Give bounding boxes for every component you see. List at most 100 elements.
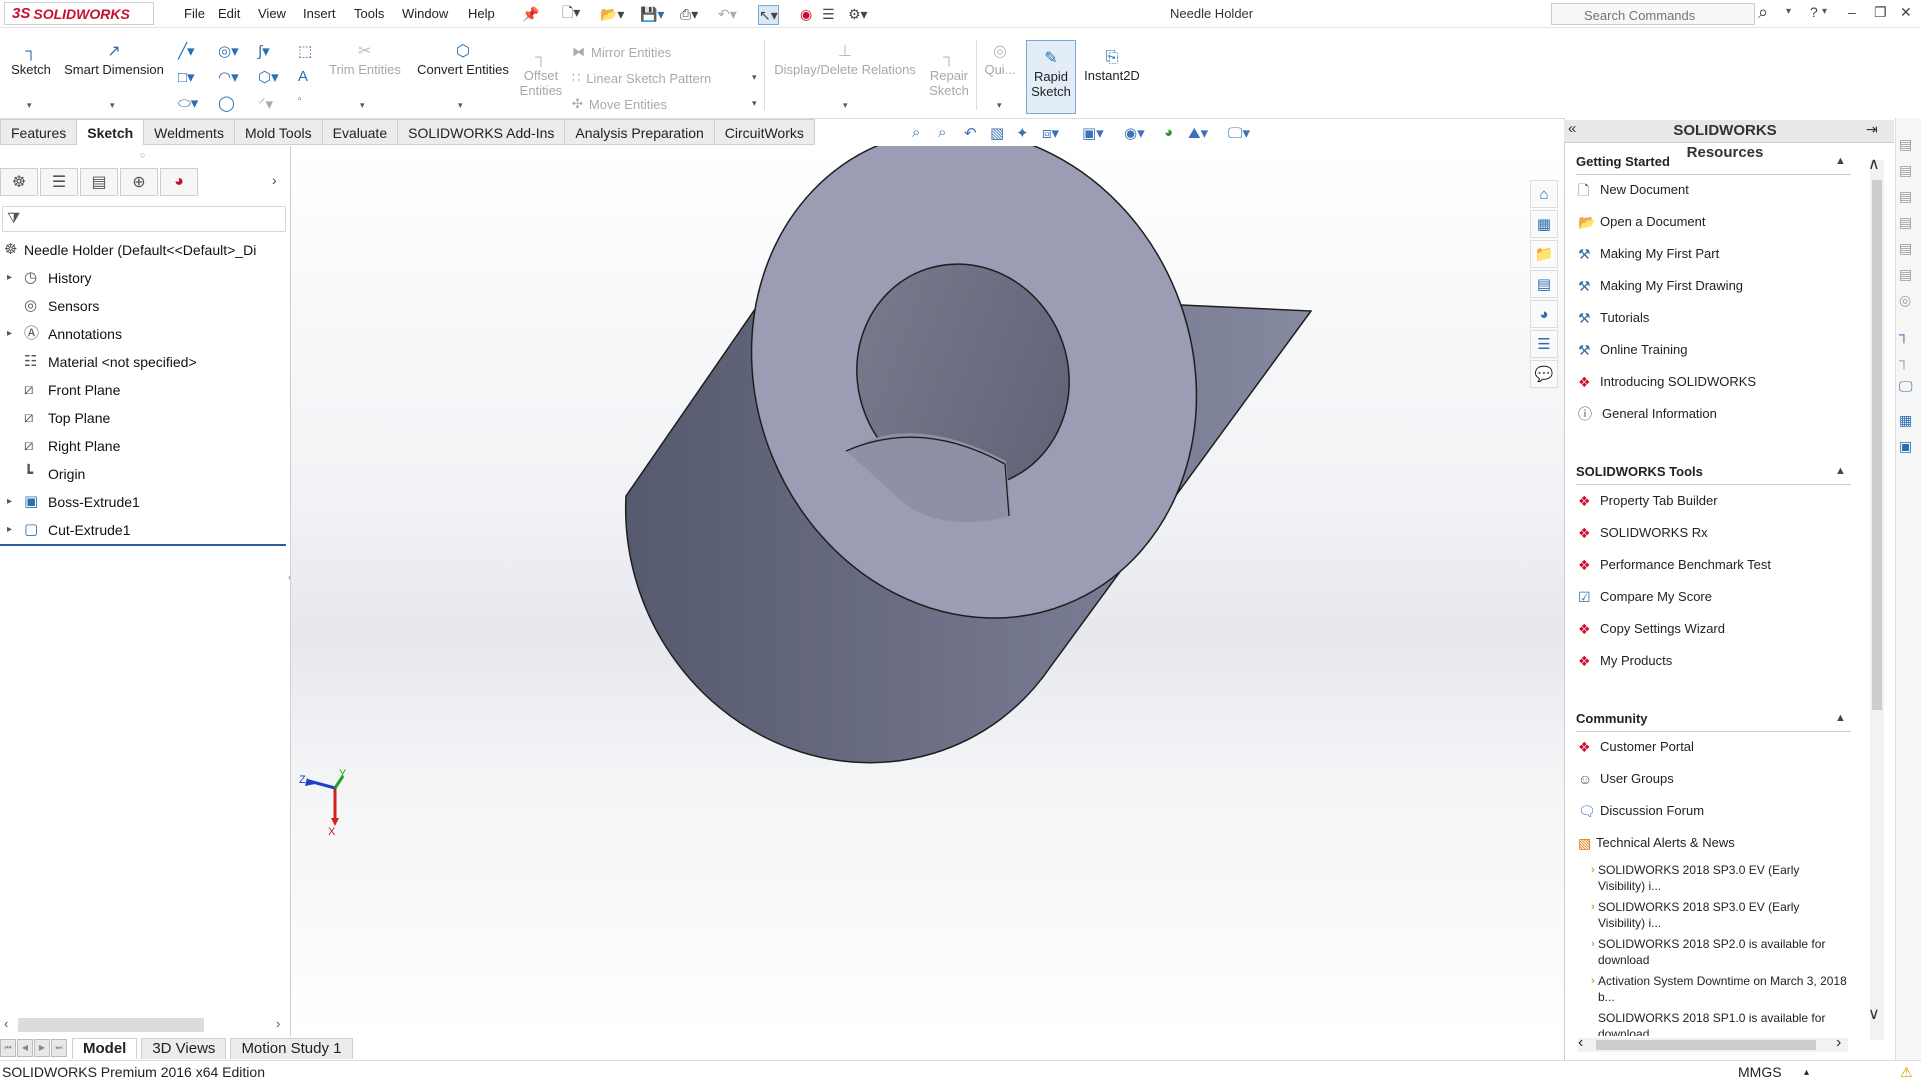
- expand-arrow-icon[interactable]: ▸: [7, 321, 12, 347]
- smart-dimension-chevron-icon[interactable]: ▾: [110, 100, 115, 111]
- rollback-bar[interactable]: [0, 544, 286, 546]
- task-pane-scroll-thumb[interactable]: [1872, 180, 1882, 710]
- pin-pane-icon[interactable]: ⇥: [1866, 121, 1878, 138]
- panel-tab-icon[interactable]: ┐: [1899, 352, 1909, 368]
- graphics-area[interactable]: Z Y X: [291, 146, 1564, 1036]
- news-item[interactable]: ›SOLIDWORKS 2018 SP1.0 is available for …: [1598, 1010, 1848, 1036]
- search-input[interactable]: [1582, 6, 1736, 24]
- model-tab-icon[interactable]: ▦: [1899, 412, 1912, 429]
- arc-icon[interactable]: ◠▾: [218, 68, 239, 86]
- construction-point-icon[interactable]: ▫: [298, 94, 302, 105]
- collapse-tools-icon[interactable]: ▲: [1835, 465, 1846, 477]
- units-chevron-icon[interactable]: ▴: [1804, 1061, 1809, 1084]
- tree-filter[interactable]: ⧩: [2, 206, 286, 232]
- pin-icon[interactable]: 📌: [522, 5, 539, 23]
- 3d-view-icon[interactable]: ▦: [1530, 210, 1558, 238]
- collapse-getting-started-icon[interactable]: ▲: [1835, 155, 1846, 167]
- home-view-icon[interactable]: ⌂: [1530, 180, 1558, 208]
- news-item[interactable]: › SOLIDWORKS 2018 SP2.0 is available for …: [1591, 936, 1848, 968]
- select-icon[interactable]: ↖▾: [758, 5, 779, 25]
- repair-sketch-button[interactable]: ┐ Repair Sketch: [926, 50, 972, 99]
- edit-appearance-icon[interactable]: ◕: [1164, 124, 1173, 141]
- file-properties-icon[interactable]: ☰: [822, 5, 835, 23]
- options-gear-icon[interactable]: ⚙▾: [848, 5, 868, 23]
- menu-file[interactable]: File: [184, 0, 205, 27]
- dynamic-annotation-icon[interactable]: ✦: [1016, 124, 1029, 142]
- quick-snaps-chevron-icon[interactable]: ▾: [997, 100, 1002, 111]
- print-icon[interactable]: ⎙▾: [680, 5, 698, 23]
- scroll-down-icon[interactable]: ∨: [1868, 1004, 1880, 1024]
- display-style-icon[interactable]: ▣▾: [1082, 124, 1104, 142]
- minimize-icon[interactable]: –: [1848, 4, 1856, 20]
- collapse-community-icon[interactable]: ▲: [1835, 712, 1846, 724]
- sketch-button[interactable]: ┐ Sketch: [8, 44, 54, 78]
- tab-addins[interactable]: SOLIDWORKS Add-Ins: [398, 119, 566, 145]
- trim-chevron-icon[interactable]: ▾: [360, 100, 365, 111]
- chamfer-icon[interactable]: ⸍▾: [258, 94, 273, 114]
- panel-tab-icon[interactable]: ◎: [1899, 292, 1911, 309]
- zoom-to-fit-icon[interactable]: ⌕: [912, 124, 920, 141]
- sketch-chevron-icon[interactable]: ▾: [27, 100, 32, 111]
- search-box[interactable]: [1551, 3, 1755, 25]
- appearances-icon[interactable]: ◕: [1530, 300, 1558, 328]
- quick-snaps-button[interactable]: ◎ Qui...: [982, 44, 1018, 78]
- scroll-left-icon[interactable]: ‹: [4, 1016, 8, 1031]
- rebuild-icon[interactable]: ◉: [800, 5, 812, 23]
- previous-view-icon[interactable]: ↶: [964, 124, 977, 142]
- move-entities-button[interactable]: ✣ Move Entities: [572, 96, 667, 112]
- rapid-sketch-button[interactable]: ✎ Rapid Sketch: [1026, 40, 1076, 114]
- search-dropdown-chevron-icon[interactable]: ▾: [1786, 6, 1791, 17]
- tab-3d-views[interactable]: 3D Views: [141, 1037, 227, 1059]
- rectangle-icon[interactable]: □▾: [178, 68, 195, 86]
- panel-tab-icon[interactable]: ▤: [1899, 240, 1912, 257]
- undo-icon[interactable]: ↶▾: [718, 5, 737, 23]
- tab-evaluate[interactable]: Evaluate: [322, 119, 399, 145]
- units-selector[interactable]: MMGS: [1738, 1061, 1782, 1084]
- instant2d-button[interactable]: ⎘ Instant2D: [1080, 50, 1144, 84]
- panel-expand-chevron-icon[interactable]: ›: [272, 172, 277, 188]
- library-tab-icon[interactable]: ▣: [1899, 438, 1912, 455]
- file-explorer-icon[interactable]: 📁: [1530, 240, 1558, 268]
- text-icon[interactable]: A: [298, 68, 308, 85]
- panel-tab-icon[interactable]: ▤: [1899, 162, 1912, 179]
- zoom-to-area-icon[interactable]: ⌕: [938, 124, 946, 141]
- view-settings-icon[interactable]: 🖵▾: [1228, 124, 1250, 142]
- menu-help[interactable]: Help: [468, 0, 495, 27]
- view-orientation-icon[interactable]: ⧈▾: [1042, 124, 1059, 142]
- solidworks-logo[interactable]: 3S SOLIDWORKS: [0, 0, 156, 27]
- move-chevron-icon[interactable]: ▾: [752, 98, 757, 109]
- property-manager-tab-icon[interactable]: ☰: [40, 168, 78, 196]
- mirror-entities-button[interactable]: ⧓ Mirror Entities: [572, 44, 671, 60]
- new-document-icon[interactable]: 🗋▾: [562, 4, 580, 23]
- rebuild-status-icon[interactable]: ⚠: [1900, 1061, 1913, 1084]
- custom-properties-icon[interactable]: ☰: [1530, 330, 1558, 358]
- linear-sketch-pattern-button[interactable]: ∷ Linear Sketch Pattern: [572, 70, 711, 86]
- menu-tools[interactable]: Tools: [354, 0, 384, 27]
- panel-splitter-handle[interactable]: ○: [140, 150, 145, 160]
- tab-mold-tools[interactable]: Mold Tools: [234, 119, 323, 145]
- section-getting-started[interactable]: Getting Started: [1576, 151, 1670, 173]
- panel-tab-icon[interactable]: ▤: [1899, 136, 1912, 153]
- news-item[interactable]: › SOLIDWORKS 2018 SP3.0 EV (Early Visibil…: [1591, 899, 1848, 931]
- relations-chevron-icon[interactable]: ▾: [843, 100, 848, 111]
- configuration-manager-tab-icon[interactable]: ▤: [80, 168, 118, 196]
- prev-tab-icon[interactable]: ◀: [17, 1039, 33, 1057]
- section-solidworks-tools[interactable]: SOLIDWORKS Tools: [1576, 461, 1703, 483]
- dimxpert-manager-tab-icon[interactable]: ⊕: [120, 168, 158, 196]
- spline-icon[interactable]: ∫▾: [258, 42, 270, 60]
- search-icon[interactable]: ⌕: [1758, 2, 1768, 23]
- needle-holder-part[interactable]: [405, 146, 1313, 1033]
- monitor-tab-icon[interactable]: 🖵: [1899, 378, 1913, 395]
- expand-arrow-icon[interactable]: ▸: [7, 265, 12, 291]
- smart-dimension-button[interactable]: ↗ Smart Dimension: [60, 44, 168, 78]
- first-tab-icon[interactable]: ⏮: [0, 1039, 16, 1057]
- open-icon[interactable]: 📂▾: [600, 5, 624, 23]
- scroll-up-icon[interactable]: ∧: [1868, 154, 1880, 174]
- forum-icon[interactable]: 💬: [1530, 360, 1558, 388]
- pattern-chevron-icon[interactable]: ▾: [752, 72, 757, 83]
- display-manager-tab-icon[interactable]: ◕: [160, 168, 198, 196]
- tab-features[interactable]: Features: [0, 119, 78, 145]
- menu-window[interactable]: Window: [402, 0, 448, 27]
- polygon-icon[interactable]: ⬡▾: [258, 68, 279, 86]
- point-icon[interactable]: ⬚: [298, 42, 312, 60]
